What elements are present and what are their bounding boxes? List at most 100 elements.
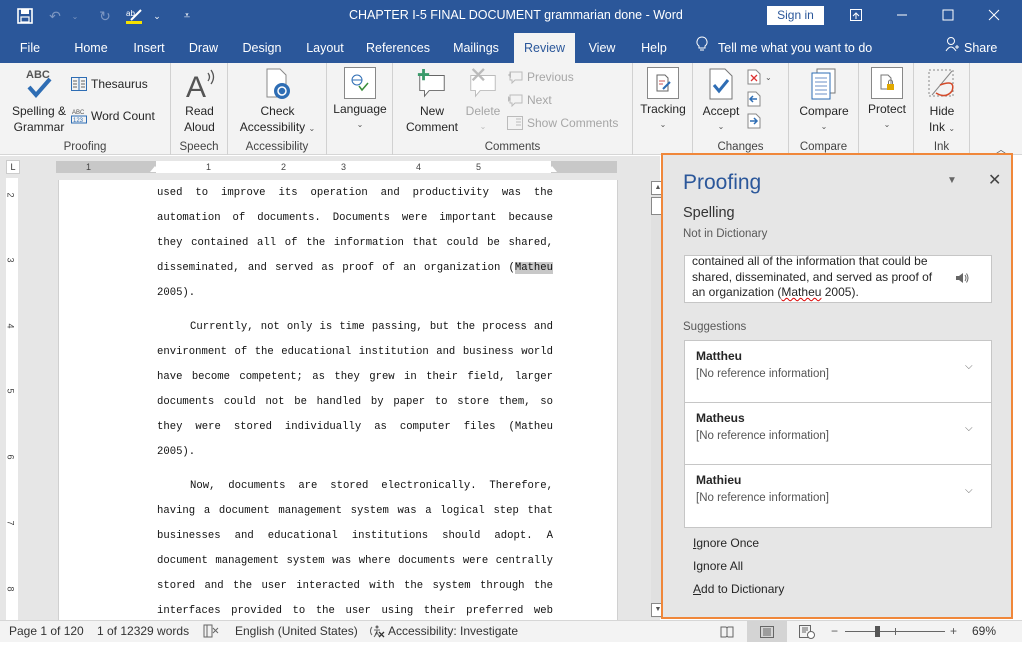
undo-dropdown-icon[interactable]: ⌄ (64, 5, 86, 27)
check-accessibility-button[interactable]: Check Accessibility ⌄ (233, 67, 322, 137)
zoom-in-button[interactable]: + (950, 624, 957, 638)
save-icon[interactable] (14, 5, 36, 27)
compare-group: Compare ⌄ Compare (789, 63, 859, 155)
minimize-icon[interactable] (879, 0, 925, 30)
tab-insert[interactable]: Insert (125, 33, 173, 63)
language-button[interactable]: Language ⌄ (332, 67, 388, 133)
tab-mailings[interactable]: Mailings (446, 33, 506, 63)
close-icon[interactable] (971, 0, 1017, 30)
accessibility-status[interactable]: Accessibility: Investigate (369, 624, 518, 638)
speaker-icon[interactable] (955, 272, 969, 287)
print-layout-icon[interactable] (747, 621, 787, 642)
ruler-number: 3 (5, 257, 16, 263)
suggestion-item[interactable]: Mattheu [No reference information] ⌵ (685, 341, 991, 403)
accept-button[interactable]: Accept ⌄ (699, 67, 743, 135)
previous-comment-button[interactable]: Previous (507, 70, 574, 84)
tab-layout[interactable]: Layout (300, 33, 350, 63)
delete-comment-button[interactable]: Delete ⌄ (463, 67, 503, 135)
pane-options-icon[interactable]: ▼ (947, 175, 957, 186)
spelling-label-1: Spelling & (11, 104, 67, 118)
next-comment-button[interactable]: Next (507, 93, 552, 107)
suggestions-list: Mattheu [No reference information] ⌵ Mat… (684, 340, 992, 528)
tab-help[interactable]: Help (634, 33, 674, 63)
previous-change-button[interactable] (747, 91, 761, 107)
thesaurus-button[interactable]: Thesaurus (71, 77, 148, 91)
left-indent-marker[interactable] (150, 166, 160, 172)
delete-comment-icon (467, 67, 499, 101)
suggestion-word: Mattheu (696, 349, 742, 363)
document-body[interactable]: used to improve its operation and produc… (157, 187, 553, 630)
word-count[interactable]: 1 of 12329 words (97, 624, 189, 638)
ruler-number: 3 (341, 162, 347, 172)
customize-qat-icon[interactable]: ⩡ (176, 5, 198, 27)
undo-icon[interactable]: ↶ (44, 5, 66, 27)
redo-icon[interactable]: ↻ (94, 5, 116, 27)
next-comment-icon (508, 94, 523, 107)
chevron-down-icon[interactable]: ⌵ (965, 423, 973, 434)
tab-home[interactable]: Home (66, 33, 116, 63)
maximize-icon[interactable] (925, 0, 971, 30)
tab-view[interactable]: View (583, 33, 621, 63)
add-to-dictionary-button[interactable]: Add to Dictionary (693, 582, 784, 596)
tell-me-search[interactable]: Tell me what you want to do (696, 33, 872, 63)
right-indent-marker[interactable] (547, 166, 557, 172)
chevron-down-icon[interactable]: ⌵ (965, 485, 973, 496)
share-label: Share (964, 41, 998, 55)
web-layout-icon[interactable] (787, 621, 827, 642)
tab-design[interactable]: Design (236, 33, 288, 63)
text-line: 2005). (157, 287, 196, 299)
reject-dropdown-icon: ⌄ (765, 72, 772, 82)
ribbon-display-options-icon[interactable] (833, 0, 879, 30)
suggestion-item[interactable]: Mathieu [No reference information] ⌵ (685, 465, 991, 527)
language-status[interactable]: English (United States) (235, 624, 358, 638)
zoom-out-button[interactable]: − (831, 624, 838, 638)
read-aloud-label-1: Read (185, 104, 214, 118)
proofing-errors-icon[interactable] (203, 624, 219, 641)
comments-group: New Comment Delete ⌄ Previous Next Show … (393, 63, 633, 155)
new-comment-button[interactable]: New Comment (399, 67, 465, 135)
pane-close-icon[interactable]: ✕ (988, 170, 1001, 190)
highlight-dropdown-icon[interactable]: ⌄ (146, 5, 168, 27)
protect-button[interactable]: Protect ⌄ (862, 67, 912, 133)
compare-button[interactable]: Compare ⌄ (795, 67, 853, 135)
proofing-group: ABC Spelling & Grammar Thesaurus ABC 123 … (0, 63, 171, 155)
tab-review[interactable]: Review (514, 33, 575, 63)
ignore-once-button[interactable]: Ignore Once (693, 536, 759, 550)
tab-draw[interactable]: Draw (181, 33, 226, 63)
title-bar: ↶ ⌄ ↻ ab ⌄ ⩡ CHAPTER I-5 FINAL DOCUMENT … (0, 0, 1022, 33)
zoom-slider-thumb[interactable] (875, 626, 881, 637)
word-count-button[interactable]: ABC 123 Word Count (71, 108, 155, 124)
horizontal-ruler[interactable]: 1 1 2 3 4 5 (56, 161, 617, 173)
share-button[interactable]: Share (945, 33, 997, 63)
misspelled-word-highlight[interactable]: Matheu (514, 262, 553, 274)
next-change-button[interactable] (747, 113, 761, 129)
tab-file[interactable]: File (10, 33, 50, 63)
tab-references[interactable]: References (362, 33, 434, 63)
reject-button[interactable]: ⌄ (747, 69, 772, 85)
compare-label: Compare (799, 104, 849, 118)
chevron-down-icon[interactable]: ⌵ (965, 361, 973, 372)
compare-icon (808, 67, 840, 101)
highlight-spelling-icon[interactable]: ab (124, 5, 146, 27)
tracking-button[interactable]: Tracking ⌄ (637, 67, 689, 133)
vertical-ruler[interactable]: 2 3 4 5 6 7 8 (6, 178, 18, 620)
read-mode-icon[interactable] (707, 621, 747, 642)
text-line: document management system was where doc… (157, 555, 553, 567)
spelling-grammar-button[interactable]: ABC Spelling & Grammar (6, 67, 72, 135)
compare-group-label: Compare (799, 141, 848, 153)
zoom-slider[interactable] (845, 626, 945, 637)
show-comments-button[interactable]: Show Comments (507, 116, 618, 130)
ruler-number: 5 (5, 388, 16, 394)
spelling-label-2: Grammar (13, 120, 65, 134)
suggestion-item[interactable]: Matheus [No reference information] ⌵ (685, 403, 991, 465)
sign-in-button[interactable]: Sign in (767, 6, 824, 25)
document-page[interactable]: used to improve its operation and produc… (58, 180, 618, 620)
zoom-level[interactable]: 69% (972, 624, 996, 638)
lightbulb-icon (696, 33, 708, 63)
hide-ink-button[interactable]: Hide Ink ⌄ (918, 67, 966, 137)
page-count[interactable]: Page 1 of 120 (9, 624, 84, 638)
tab-selector[interactable]: L (6, 160, 20, 174)
ignore-all-button[interactable]: Ignore All (693, 559, 743, 573)
read-aloud-button[interactable]: A Read Aloud (176, 67, 223, 135)
new-comment-label-1: New (419, 104, 444, 118)
